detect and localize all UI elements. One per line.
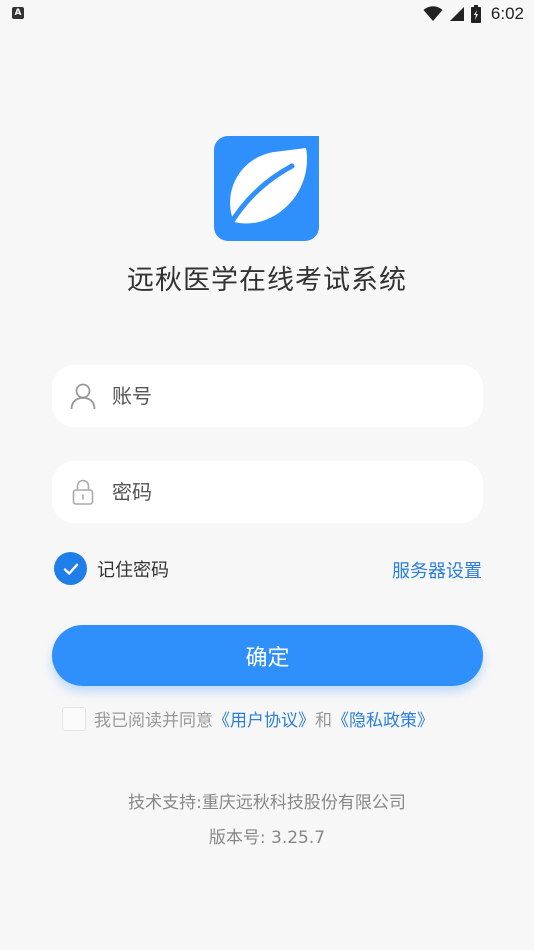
remember-password-toggle[interactable]: 记住密码: [54, 552, 169, 585]
account-input[interactable]: [112, 365, 462, 427]
status-indicator: A: [12, 7, 24, 19]
status-icons: 6:02: [423, 2, 524, 26]
agreement-row: 我已阅读并同意《用户协议》和《隐私政策》: [62, 706, 434, 731]
signal-icon: [449, 7, 464, 21]
status-time: 6:02: [490, 4, 524, 23]
agreement-prefix: 我已阅读并同意: [94, 711, 213, 731]
server-settings-link[interactable]: 服务器设置: [392, 557, 482, 583]
password-input[interactable]: [112, 461, 462, 523]
remember-password-label: 记住密码: [97, 559, 169, 581]
account-field[interactable]: [52, 365, 483, 427]
tech-support-text: 技术支持:重庆远秋科技股份有限公司: [128, 793, 406, 813]
battery-icon: [470, 5, 481, 23]
leaf-icon: [214, 136, 319, 241]
agreement-and: 和: [315, 711, 332, 731]
lock-icon: [72, 479, 94, 505]
wifi-icon: [423, 6, 443, 21]
user-icon: [70, 383, 96, 410]
password-field[interactable]: [52, 461, 483, 523]
remember-checkbox[interactable]: [54, 552, 87, 585]
confirm-button[interactable]: 确定: [52, 625, 483, 686]
agreement-checkbox[interactable]: [62, 706, 86, 731]
version-text: 版本号: 3.25.7: [208, 828, 326, 848]
app-title: 远秋医学在线考试系统: [127, 265, 407, 296]
privacy-policy-link[interactable]: 《隐私政策》: [332, 711, 434, 731]
user-agreement-link[interactable]: 《用户协议》: [213, 711, 315, 731]
checkmark-icon: [63, 563, 78, 575]
agreement-text: 我已阅读并同意《用户协议》和《隐私政策》: [94, 706, 434, 731]
status-bar: A 6:02: [0, 0, 534, 28]
